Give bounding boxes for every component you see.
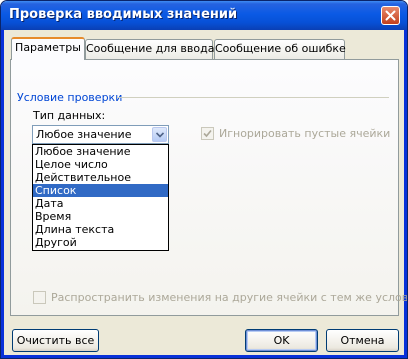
dropdown-option[interactable]: Другой — [33, 236, 168, 249]
dropdown-option[interactable]: Дата — [33, 197, 168, 210]
title-bar[interactable]: Проверка вводимых значений — [1, 1, 407, 30]
dropdown-button[interactable] — [152, 127, 167, 142]
group-title: Условие проверки — [17, 91, 123, 104]
data-type-selected-value: Любое значение — [36, 128, 132, 141]
ignore-blank-label: Игнорировать пустые ячейки — [219, 127, 391, 140]
dropdown-option[interactable]: Целое число — [33, 158, 168, 171]
clear-all-label: Очистить все — [16, 334, 95, 347]
window-title: Проверка вводимых значений — [9, 7, 238, 22]
dropdown-option-highlighted[interactable]: Список — [33, 184, 168, 197]
apply-all-label: Распространить изменения на другие ячейк… — [51, 291, 408, 304]
clear-all-button[interactable]: Очистить все — [12, 329, 99, 352]
tab-label: Сообщение для ввода — [86, 42, 215, 55]
ok-label: OK — [273, 334, 290, 347]
tab-label: Сообщение об ошибке — [215, 42, 346, 55]
dialog-window: Проверка вводимых значений Параметры Соо… — [0, 0, 408, 359]
data-type-select[interactable]: Любое значение — [32, 125, 169, 144]
data-type-label: Тип данных: — [33, 109, 106, 122]
group-divider — [117, 97, 389, 98]
window-frame-left — [1, 30, 4, 358]
tab-parameters[interactable]: Параметры — [11, 37, 85, 60]
window-frame-bottom — [1, 355, 407, 358]
apply-all-checkbox[interactable] — [33, 291, 46, 304]
tab-label: Параметры — [15, 41, 81, 54]
dropdown-option[interactable]: Действительное — [33, 171, 168, 184]
dropdown-option[interactable]: Длина текста — [33, 223, 168, 236]
chevron-down-icon — [156, 132, 164, 138]
cancel-label: Отмена — [340, 334, 385, 347]
dropdown-option[interactable]: Любое значение — [33, 145, 168, 158]
ok-button[interactable]: OK — [245, 329, 318, 352]
tab-error-message[interactable]: Сообщение об ошибке — [214, 39, 346, 59]
checkmark-icon — [203, 129, 212, 138]
cancel-button[interactable]: Отмена — [326, 329, 399, 352]
data-type-dropdown-list: Любое значение Целое число Действительно… — [32, 144, 169, 251]
close-icon — [385, 10, 396, 21]
tab-input-message[interactable]: Сообщение для ввода — [85, 39, 215, 59]
dropdown-option[interactable]: Время — [33, 210, 168, 223]
close-button[interactable] — [381, 6, 400, 25]
window-frame-right — [404, 30, 407, 358]
ignore-blank-checkbox[interactable] — [201, 127, 214, 140]
